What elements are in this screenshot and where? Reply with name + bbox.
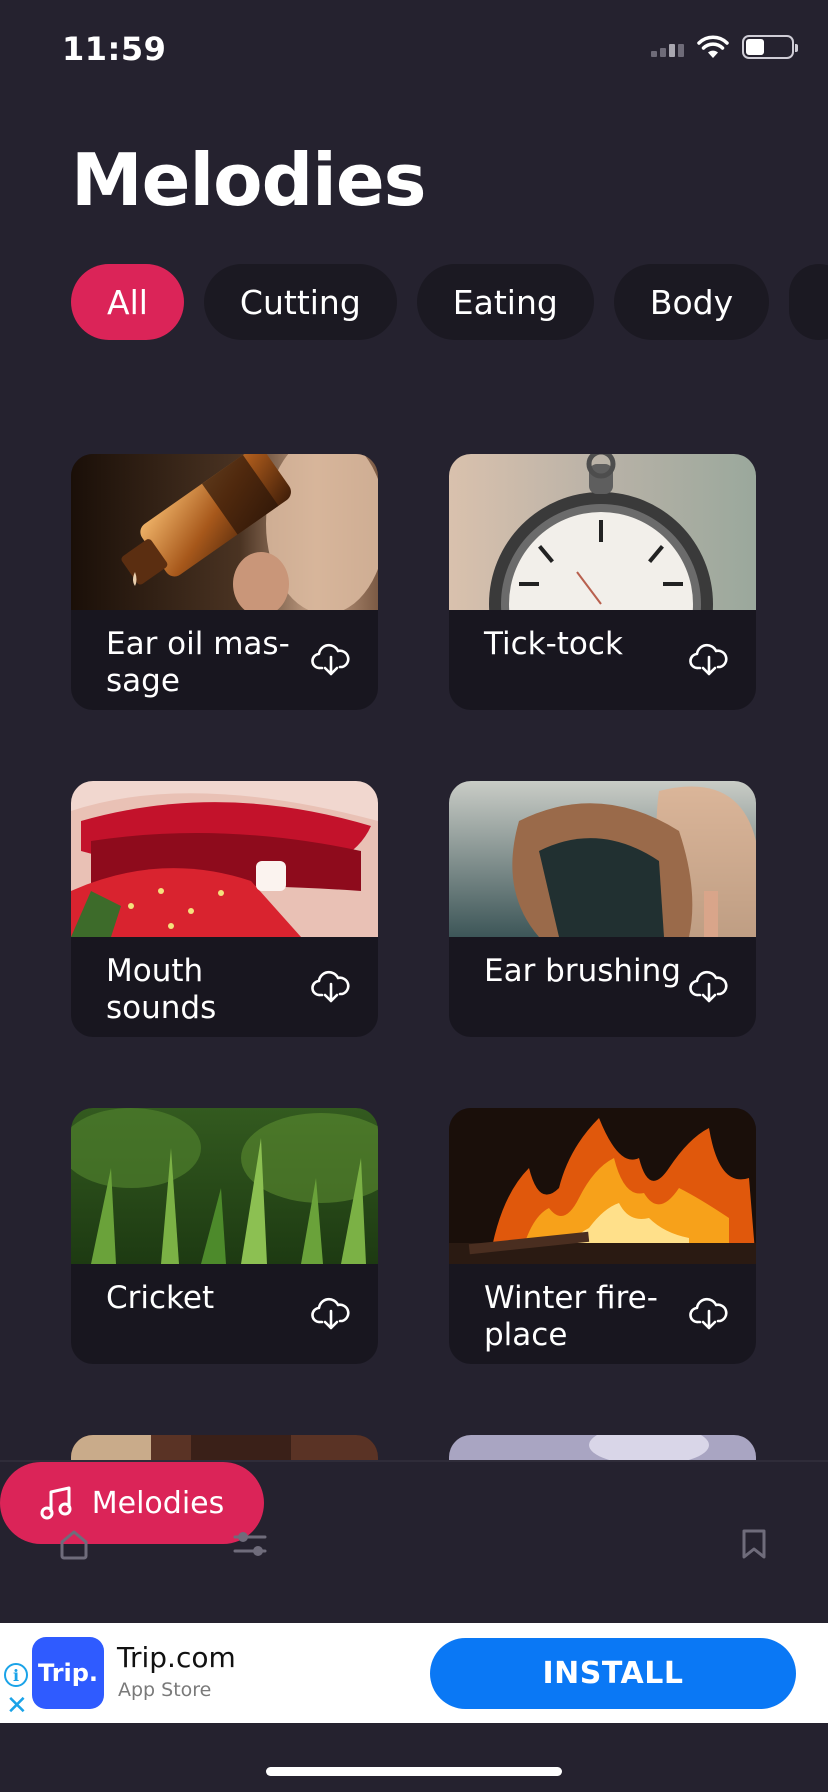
nav-melodies-label: Melodies <box>91 1485 225 1521</box>
ad-info-icon[interactable]: i <box>4 1663 28 1687</box>
card-image-makeup-brushes <box>449 781 756 937</box>
cloud-download-icon[interactable] <box>689 967 729 1007</box>
nav-home[interactable] <box>44 1462 104 1625</box>
cloud-download-icon[interactable] <box>311 1294 351 1334</box>
sliders-icon <box>233 1531 267 1556</box>
page-title: Melodies <box>71 138 427 222</box>
ad-banner[interactable]: i ✕ Trip. Trip.com App Store INSTALL <box>0 1623 828 1723</box>
card-title: Mouth sounds <box>106 953 217 1026</box>
ad-app-logo: Trip. <box>32 1637 104 1709</box>
card-title: Winter fire- place <box>484 1280 658 1353</box>
cloud-download-icon[interactable] <box>689 640 729 680</box>
chip-eating[interactable]: Eating <box>416 264 594 340</box>
home-indicator[interactable] <box>266 1767 562 1776</box>
melody-card[interactable]: Cricket <box>71 1108 378 1364</box>
card-image-grass <box>71 1108 378 1264</box>
nav-filters[interactable] <box>220 1462 280 1625</box>
chip-cutting[interactable]: Cutting <box>203 264 397 340</box>
bookmark-icon <box>742 1529 766 1558</box>
cloud-download-icon[interactable] <box>311 967 351 1007</box>
card-image-lavender <box>449 1435 756 1460</box>
card-title: Tick-tock <box>484 626 623 662</box>
home-icon <box>60 1530 88 1559</box>
ad-install-button[interactable]: INSTALL <box>430 1638 796 1709</box>
card-title: Ear oil mas- sage <box>106 626 290 699</box>
melody-card[interactable]: Tick-tock <box>449 454 756 710</box>
melody-card[interactable]: Winter fire- place <box>449 1108 756 1364</box>
chip-all[interactable]: All <box>71 264 184 340</box>
chip-body[interactable]: Body <box>613 264 770 340</box>
cloud-download-icon[interactable] <box>689 1294 729 1334</box>
nav-saved[interactable] <box>724 1462 784 1625</box>
card-title: Ear brushing <box>484 953 681 989</box>
status-bar: 11:59 <box>0 0 828 100</box>
melody-grid: Ear oil mas- sage Tick-tock Mouth sounds… <box>71 454 757 1460</box>
card-image-lips-strawberry <box>71 781 378 937</box>
melody-card[interactable]: Ear brushing <box>449 781 756 1037</box>
melody-card[interactable]: Ear oil mas- sage <box>71 454 378 710</box>
chip-next-partial[interactable] <box>789 264 828 340</box>
card-image-chocolate <box>71 1435 378 1460</box>
ad-title: Trip.com <box>117 1641 236 1674</box>
melody-card-partial[interactable] <box>71 1435 378 1460</box>
melody-card[interactable]: Mouth sounds <box>71 781 378 1037</box>
status-time: 11:59 <box>62 30 167 68</box>
card-image-fire <box>449 1108 756 1264</box>
ad-subtitle: App Store <box>118 1679 212 1701</box>
bottom-nav: Melodies <box>0 1460 828 1623</box>
battery-icon <box>742 35 798 59</box>
status-icons <box>651 34 798 60</box>
card-image-oil-bottle <box>71 454 378 610</box>
category-chips: All Cutting Eating Body <box>71 264 828 340</box>
cellular-signal-icon <box>651 37 684 57</box>
card-image-pocket-watch <box>449 454 756 610</box>
card-title: Cricket <box>106 1280 215 1316</box>
ad-close-icon[interactable]: ✕ <box>6 1693 28 1719</box>
melody-card-partial[interactable] <box>449 1435 756 1460</box>
cloud-download-icon[interactable] <box>311 640 351 680</box>
wifi-icon <box>697 35 729 58</box>
